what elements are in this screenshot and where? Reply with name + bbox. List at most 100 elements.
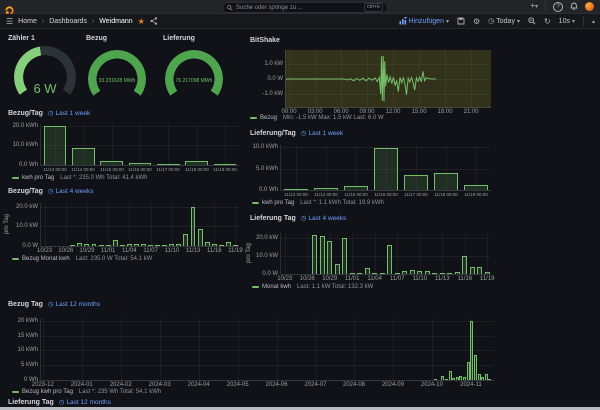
bar [357, 273, 362, 275]
clock-icon: ◷ [488, 15, 494, 28]
x-tick-label: 2024-02 [110, 382, 132, 388]
bezug-gauge[interactable]: 33.231628 MWh [88, 50, 146, 104]
breadcrumb-dashboards[interactable]: Dashboards [49, 18, 87, 25]
bezug-12m-legend[interactable]: Bezug kwh pro Tag Last *: 235 Wh Total: … [12, 389, 161, 395]
bezug-4w-legend[interactable]: Bezug Monat kwh Last: 235.0 W Total: 54.… [12, 256, 152, 262]
bezug-12m-chart[interactable]: 20 kWh15 kWh10 kWh5 kWh0 Wh2023-122024-0… [40, 318, 494, 381]
x-tick-label: 2024-10 [421, 382, 443, 388]
breadcrumb-home[interactable]: Home [18, 18, 37, 25]
x-tick-label: 10/23 [37, 248, 52, 254]
bar [344, 186, 368, 190]
bezug-week-chart[interactable]: 20.0 kWh10.0 kWh0.0 Wh11/13 00:0011/14 0… [40, 124, 239, 166]
bar [155, 245, 160, 247]
settings-gear-icon[interactable]: ⚙ [473, 15, 480, 28]
refresh-icon[interactable]: ↻ [544, 15, 551, 28]
bar [44, 126, 67, 165]
divider [583, 17, 584, 26]
time-range-link[interactable]: ◷Last 12 months [59, 398, 111, 406]
lieferung-4w-chart[interactable]: 20.0 kW10.0 kW0.0 W10/2310/2610/2911/011… [280, 233, 491, 275]
bar [425, 271, 430, 274]
time-range-link[interactable]: ◷Last 4 weeks [301, 214, 347, 222]
bitshake-chart[interactable]: 1.0 kW0.0 W-1.0 kW00:0003:0006:0009:0012… [285, 50, 491, 108]
zoom-out-icon[interactable] [528, 17, 536, 25]
y-tick-label: 0.0 Wh [19, 162, 38, 168]
notifications-bell-icon[interactable] [570, 2, 578, 11]
zaehler-gauge[interactable]: 6 W [14, 46, 76, 104]
bar [312, 235, 317, 274]
favorite-star-icon[interactable]: ★ [138, 17, 145, 26]
x-tick-label: 11/15 00:00 [344, 192, 367, 197]
bar [77, 243, 82, 246]
legend-swatch [252, 202, 259, 204]
y-tick-label: 10 kWh [18, 347, 38, 353]
bar [284, 189, 308, 191]
gauge-value: 6 W [14, 81, 76, 96]
bar [157, 164, 180, 166]
bar [127, 244, 132, 246]
x-tick-label: 2024-07 [305, 382, 327, 388]
time-picker-button[interactable]: ◷ Today ▾ [488, 15, 520, 28]
x-tick-label: 11/13 00:00 [43, 167, 66, 172]
legend-swatch [12, 177, 19, 179]
y-tick-label: 0.0 W [267, 76, 283, 82]
legend-series: Bezug kwh pro Tag [22, 389, 73, 395]
legend-stats: Last *: 235.0 Wh Total: 41.4 kWh [60, 175, 147, 181]
bezug-4w-chart[interactable]: 20.0 kW10.0 kW0.0 W10/2310/2610/2911/011… [40, 203, 239, 247]
x-tick-label: 11/17 00:00 [404, 192, 427, 197]
x-tick-label: 2024-01 [71, 382, 93, 388]
dashboard-toolbar: ☰ Home › Dashboards › Weidmann ★ Hinzufü… [0, 14, 600, 29]
bar [445, 379, 448, 381]
clock-icon: ◷ [301, 214, 307, 222]
menu-hamburger-icon[interactable]: ☰ [6, 15, 13, 28]
search-input[interactable]: Suche oder springe zu ... ctrl+k [222, 2, 388, 13]
bar [455, 272, 460, 274]
bar [327, 241, 332, 274]
lieferung-week-legend[interactable]: kwh pro Tag Last *: 1.1 kWh Total: 19.9 … [252, 200, 384, 206]
time-range-link[interactable]: ◷Last 1 week [301, 129, 343, 137]
collapse-toolbar-icon[interactable]: ▴ [592, 18, 595, 25]
time-range-link[interactable]: ◷Last 12 months [48, 300, 100, 308]
x-tick-label: 2024-04 [188, 382, 210, 388]
gauge-value: 33.231628 MWh [88, 78, 146, 84]
user-avatar[interactable] [585, 2, 594, 11]
x-tick-label: 11/18 00:00 [434, 192, 457, 197]
add-panel-button[interactable]: Hinzufügen ▾ [399, 17, 449, 25]
bar [474, 355, 477, 380]
lieferung-week-chart[interactable]: 10.0 kWh5.0 kWh0.0 Wh11/13 00:0011/14 00… [280, 145, 491, 191]
x-tick-label: 11/19 00:00 [213, 167, 236, 172]
clock-icon: ◷ [48, 109, 54, 117]
panel-title: Lieferung Tag [8, 399, 54, 406]
panel-title: Bezug/Tag [8, 188, 43, 195]
divider [545, 2, 546, 11]
lieferung-gauge[interactable]: 76.217098 MWh [165, 50, 223, 104]
y-tick-label: 20.0 kWh [13, 123, 38, 129]
y-tick-label: 5.0 kWh [256, 166, 278, 172]
bar [410, 270, 415, 274]
line-series [286, 50, 491, 107]
time-range-link[interactable]: ◷Last 1 week [48, 109, 90, 117]
bar [176, 244, 181, 246]
x-tick-label: 11/16 [207, 248, 222, 254]
refresh-interval-dropdown[interactable]: 10s ▾ [559, 18, 575, 25]
bar [205, 242, 210, 246]
x-tick-label: 10/29 [79, 248, 94, 254]
add-menu-button[interactable]: +▾ [530, 0, 538, 14]
share-icon[interactable] [150, 17, 158, 25]
bar [233, 245, 238, 247]
x-tick-label: 11/16 [457, 276, 472, 282]
save-icon[interactable] [457, 17, 465, 25]
panel-header-zaehler: Zähler 1 [8, 35, 35, 42]
lieferung-4w-legend[interactable]: Monat kwh Last: 1.1 kW Total: 132.3 kW [252, 284, 373, 290]
bezug-week-legend[interactable]: kwh pro Tag Last *: 235.0 Wh Total: 41.4… [12, 175, 148, 181]
help-icon[interactable]: ? [553, 2, 563, 12]
bar [387, 245, 392, 274]
bar [441, 376, 444, 380]
bitshake-legend[interactable]: Bezug Min: -1.5 kW Max: 1.5 kW Last: 6.0… [250, 115, 384, 121]
time-range-link[interactable]: ◷Last 4 weeks [48, 187, 94, 195]
add-panel-icon [399, 17, 407, 25]
x-tick-label: 11/10 [165, 248, 180, 254]
panel-header-lieferung-12m: Lieferung Tag ◷Last 12 months [8, 398, 111, 406]
y-tick-label: 20.0 kW [16, 204, 38, 210]
x-tick-label: 2024-09 [382, 382, 404, 388]
x-tick-label: 11/19 [480, 276, 495, 282]
